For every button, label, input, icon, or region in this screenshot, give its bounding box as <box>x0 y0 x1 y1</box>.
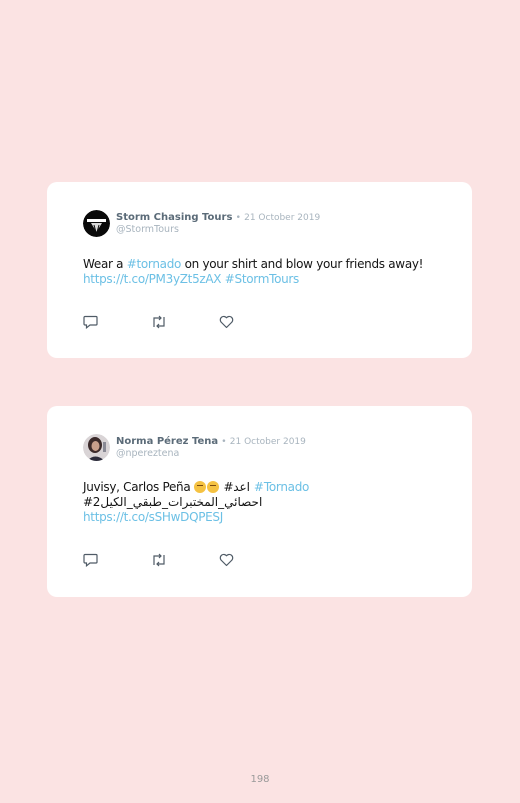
avatar[interactable] <box>83 434 110 461</box>
tweet-actions <box>83 315 287 329</box>
tweet-text: Wear a #tornado on your shirt and blow y… <box>83 257 443 287</box>
hashtag-link[interactable]: #Tornado <box>254 480 310 494</box>
url-link[interactable]: https://t.co/sSHwDQPESJ <box>83 510 223 524</box>
tweet-header: Norma Pérez Tena • 21 October 2019 @nper… <box>83 434 306 461</box>
arabic-hashtag[interactable]: #احصائي_المختبرات_طبقي_الكيل2 <box>83 495 263 509</box>
author-name[interactable]: Storm Chasing Tours <box>116 212 232 223</box>
arabic-hashtag[interactable]: #اعد <box>223 480 250 494</box>
url-link[interactable]: https://t.co/PM3yZt5zAX <box>83 272 222 286</box>
page-number: 198 <box>250 774 270 785</box>
author-handle[interactable]: @npereztena <box>116 448 306 460</box>
like-icon[interactable] <box>219 315 287 329</box>
tweet-date[interactable]: 21 October 2019 <box>230 437 306 447</box>
retweet-icon[interactable] <box>151 553 219 567</box>
text-segment: Wear a <box>83 257 127 271</box>
relieved-emoji-icon <box>193 481 206 493</box>
thinking-emoji-icon <box>206 481 219 493</box>
tweet-date[interactable]: 21 October 2019 <box>244 213 320 223</box>
author-handle[interactable]: @StormTours <box>116 224 320 236</box>
hashtag-link[interactable]: #StormTours <box>225 272 300 286</box>
separator-dot: • <box>221 437 227 447</box>
hashtag-link[interactable]: #tornado <box>127 257 182 271</box>
tweet-header: Storm Chasing Tours • 21 October 2019 @S… <box>83 210 320 237</box>
tweet-card: Storm Chasing Tours • 21 October 2019 @S… <box>47 182 472 358</box>
reply-icon[interactable] <box>83 315 151 329</box>
author-name[interactable]: Norma Pérez Tena <box>116 436 218 447</box>
like-icon[interactable] <box>219 553 287 567</box>
reply-icon[interactable] <box>83 553 151 567</box>
tweet-text: Juvisy, Carlos Peña #اعد #Tornado #احصائ… <box>83 480 443 525</box>
separator-dot: • <box>235 213 241 223</box>
tweet-card: Norma Pérez Tena • 21 October 2019 @nper… <box>47 406 472 597</box>
retweet-icon[interactable] <box>151 315 219 329</box>
tweet-actions <box>83 553 287 567</box>
text-segment: on your shirt and blow your friends away… <box>181 257 424 271</box>
text-segment: Juvisy, Carlos Peña <box>83 480 194 494</box>
avatar[interactable] <box>83 210 110 237</box>
